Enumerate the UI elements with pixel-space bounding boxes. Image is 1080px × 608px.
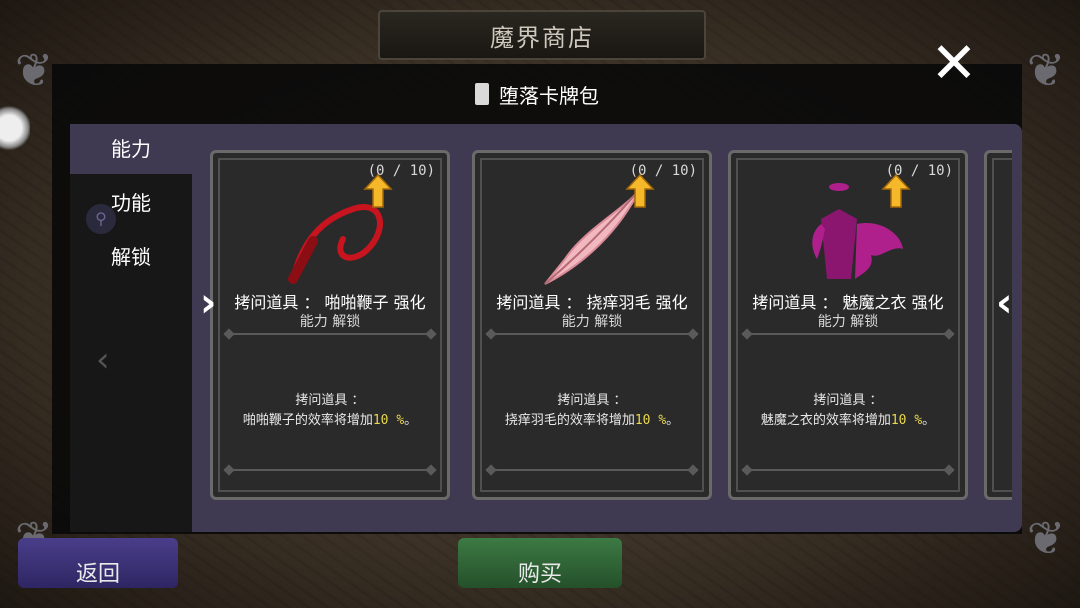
- card-description: 啪啪鞭子的效率将增加10 %。: [213, 409, 447, 428]
- buy-button[interactable]: 购买: [458, 538, 622, 588]
- sidebar-item-ability[interactable]: 能力: [70, 124, 192, 174]
- card-desc-value: 10 %: [890, 413, 923, 428]
- back-button-label: 返回: [75, 562, 120, 587]
- card-title: 拷问道具 ： 啪啪鞭子 强化: [234, 293, 426, 312]
- card-desc-suffix: 。: [922, 413, 936, 428]
- upgrade-arrow-icon: [625, 173, 655, 208]
- shop-title-text: 魔界商店: [490, 23, 594, 52]
- sidebar-item-unlock[interactable]: 解锁: [70, 232, 192, 282]
- card-desc-text: 挠痒羽毛的效率将增加: [504, 413, 635, 428]
- card-divider: [747, 333, 949, 335]
- category-sidebar: 能力 功能 解锁: [70, 124, 192, 532]
- close-icon: ✕: [930, 31, 978, 96]
- shop-title: 魔界商店: [378, 10, 706, 60]
- card-subtitle: 能力 解锁: [561, 314, 623, 330]
- side-handle-icon[interactable]: [0, 104, 30, 152]
- card-feather[interactable]: (0 / 10) 拷问道具 ： 挠痒羽毛 强化 能力 解锁 拷问道具 ： 挠痒羽…: [472, 150, 712, 500]
- pack-header: 堕落卡牌包: [52, 74, 1022, 114]
- pack-title-text: 堕落卡牌包: [499, 83, 599, 108]
- card-carousel: (0 / 10) 拷问道具 ： 啪啪鞭子 强化 能力 解锁 拷问道具 ： 啪啪鞭…: [210, 150, 1012, 502]
- card-succubus-outfit[interactable]: (0 / 10) 拷问道具 ： 魅魔之衣 强化 能力 解锁 拷问道具 ： 魅魔之…: [728, 150, 968, 500]
- card-desc-value: 10 %: [634, 413, 667, 428]
- card-desc-text: 魅魔之衣的效率将增加: [760, 413, 891, 428]
- search-icon: ⚲: [86, 204, 116, 234]
- card-desc-suffix: 。: [404, 413, 418, 428]
- chevron-left-icon: ‹: [96, 340, 110, 380]
- corner-ornament-icon: ❦: [1026, 43, 1066, 97]
- chevron-right-icon: ›: [200, 280, 217, 326]
- upgrade-arrow-icon: [881, 173, 911, 208]
- chevron-left-icon: ‹: [996, 280, 1013, 326]
- card-desc-heading: 拷问道具 ：: [813, 393, 883, 408]
- card-whip[interactable]: (0 / 10) 拷问道具 ： 啪啪鞭子 强化 能力 解锁 拷问道具 ： 啪啪鞭…: [210, 150, 450, 500]
- sidebar-item-label: 能力: [111, 137, 151, 161]
- sidebar-item-label: 功能: [111, 191, 151, 215]
- card-title: 拷问道具 ： 挠痒羽毛 强化: [496, 293, 688, 312]
- card-divider: [229, 469, 431, 471]
- carousel-next-button[interactable]: ‹: [996, 280, 1012, 326]
- card-divider: [229, 333, 431, 335]
- card-subtitle: 能力 解锁: [299, 314, 361, 330]
- card-desc-heading: 拷问道具 ：: [295, 393, 365, 408]
- buy-button-label: 购买: [517, 562, 562, 587]
- corner-ornament-icon: ❦: [1026, 511, 1066, 565]
- card-desc-heading: 拷问道具 ：: [557, 393, 627, 408]
- card-pack-icon: [475, 83, 489, 105]
- card-divider: [491, 469, 693, 471]
- card-description: 魅魔之衣的效率将增加10 %。: [731, 409, 965, 428]
- sidebar-item-label: 解锁: [111, 245, 151, 269]
- carousel-prev-button[interactable]: ›: [200, 280, 216, 326]
- card-divider: [491, 333, 693, 335]
- card-desc-suffix: 。: [666, 413, 680, 428]
- card-desc-value: 10 %: [372, 413, 405, 428]
- card-subtitle: 能力 解锁: [817, 314, 879, 330]
- card-title: 拷问道具 ： 魅魔之衣 强化: [752, 293, 944, 312]
- back-button[interactable]: 返回: [18, 538, 178, 588]
- upgrade-arrow-icon: [363, 173, 393, 208]
- card-divider: [747, 469, 949, 471]
- card-desc-text: 啪啪鞭子的效率将增加: [242, 413, 373, 428]
- close-button[interactable]: ✕: [928, 36, 980, 92]
- card-description: 挠痒羽毛的效率将增加10 %。: [475, 409, 709, 428]
